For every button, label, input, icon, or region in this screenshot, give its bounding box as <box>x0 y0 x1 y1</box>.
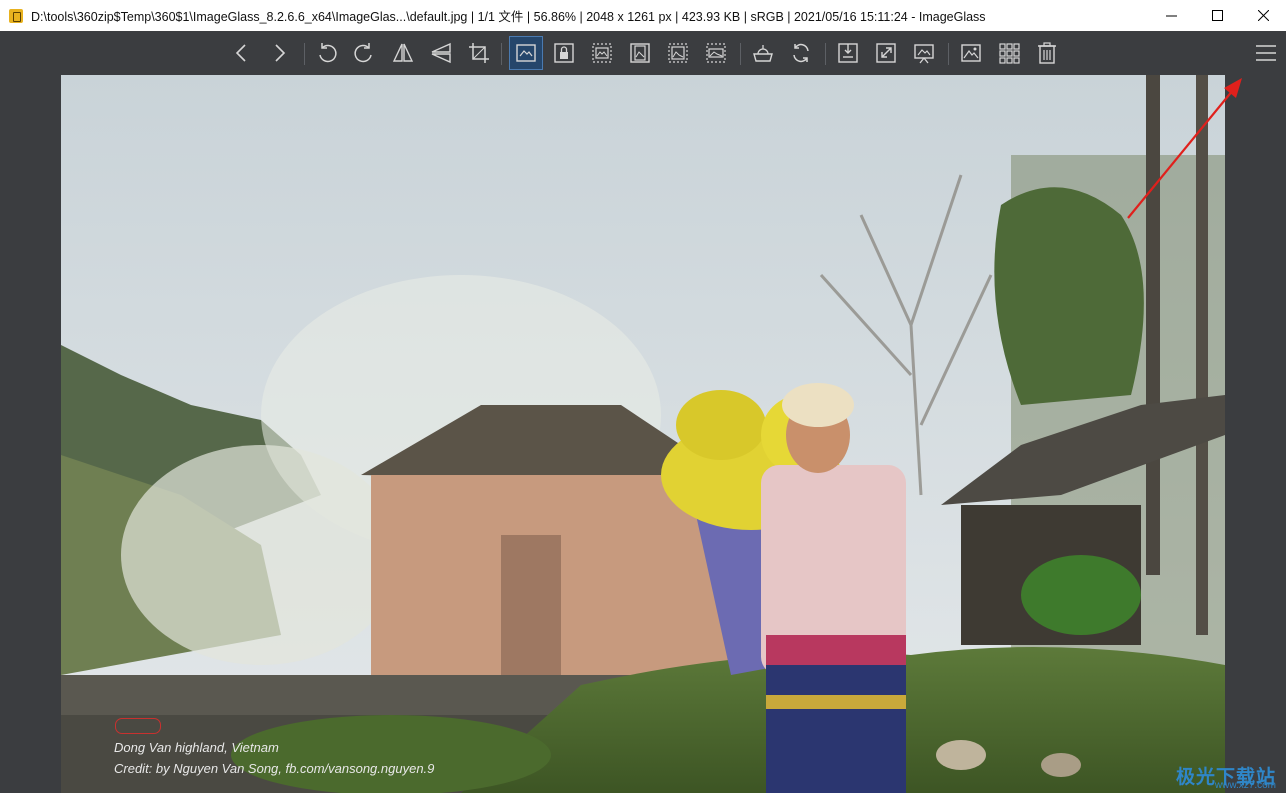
flip-vertical-button[interactable] <box>424 36 458 70</box>
scale-height-icon <box>630 43 650 63</box>
scale-to-fit-button[interactable] <box>661 36 695 70</box>
refresh-icon <box>793 43 809 63</box>
minimize-icon <box>1165 15 1177 17</box>
close-icon <box>1257 10 1269 21</box>
toolbar-separator <box>304 43 305 65</box>
previous-image-button[interactable] <box>225 36 259 70</box>
slideshow-button[interactable] <box>907 36 941 70</box>
main-menu-button[interactable] <box>1249 36 1283 70</box>
checkerboard-button[interactable] <box>746 36 780 70</box>
imageglass-app-icon[interactable] <box>9 8 23 23</box>
flip-horizontal-icon <box>392 43 414 62</box>
maximize-button[interactable] <box>1194 0 1240 31</box>
chevron-right-icon <box>275 44 286 62</box>
fullscreen-button[interactable] <box>869 36 903 70</box>
toolbar-separator <box>948 43 949 65</box>
rotate-ccw-icon <box>319 43 337 63</box>
site-watermark: 极光下载站 www.xz7.com <box>1176 762 1276 791</box>
photo-caption-location: Dong Van highland, Vietnam <box>114 740 279 755</box>
toolbar-separator <box>501 43 502 65</box>
fullscreen-icon <box>876 43 896 63</box>
refresh-button[interactable] <box>784 36 818 70</box>
flip-horizontal-button[interactable] <box>386 36 420 70</box>
photo-caption-credit: Credit: by Nguyen Van Song, fb.com/vanso… <box>114 761 435 776</box>
scale-to-fill-button[interactable] <box>699 36 733 70</box>
checkerboard-icon <box>753 45 773 62</box>
watermark-url: www.xz7.com <box>1214 780 1276 791</box>
thumbnail-bar-button[interactable] <box>992 36 1026 70</box>
scale-width-icon <box>592 43 612 63</box>
rotate-cw-icon <box>354 43 372 63</box>
lock-zoom-icon <box>554 43 574 63</box>
rotate-left-button[interactable] <box>310 36 344 70</box>
auto-zoom-icon <box>516 44 536 62</box>
hamburger-menu-icon <box>1256 45 1276 61</box>
photo-illustration <box>61 75 1225 793</box>
close-button[interactable] <box>1240 0 1286 31</box>
toolbar-separator <box>825 43 826 65</box>
delete-button[interactable] <box>1030 36 1064 70</box>
maximize-icon <box>1211 10 1223 21</box>
trash-icon <box>1038 42 1056 64</box>
next-image-button[interactable] <box>262 36 296 70</box>
rotate-right-button[interactable] <box>347 36 381 70</box>
chevron-left-icon <box>235 44 246 62</box>
image-viewer[interactable]: Dong Van highland, Vietnam Credit: by Ng… <box>0 75 1286 793</box>
displayed-photo: Dong Van highland, Vietnam Credit: by Ng… <box>61 75 1225 793</box>
scale-to-width-button[interactable] <box>585 36 619 70</box>
lock-zoom-button[interactable] <box>547 36 581 70</box>
window-title: D:\tools\360zip$Temp\360$1\ImageGlass_8.… <box>31 10 986 24</box>
crop-button[interactable] <box>462 36 496 70</box>
scale-fit-icon <box>668 43 688 63</box>
grid-icon <box>999 43 1020 64</box>
wallpaper-icon <box>961 44 981 62</box>
minimize-button[interactable] <box>1148 0 1194 31</box>
toolbar-separator <box>740 43 741 65</box>
toolbar <box>0 31 1286 75</box>
title-bar: D:\tools\360zip$Temp\360$1\ImageGlass_8.… <box>0 0 1286 31</box>
auto-zoom-button[interactable] <box>509 36 543 70</box>
window-controls <box>1148 0 1286 31</box>
scale-to-height-button[interactable] <box>623 36 657 70</box>
photo-logo-stamp <box>115 718 161 734</box>
goto-icon <box>838 43 858 63</box>
crop-icon <box>469 43 489 63</box>
slideshow-icon <box>914 44 934 64</box>
flip-vertical-icon <box>431 42 451 64</box>
goto-image-button[interactable] <box>831 36 865 70</box>
wallpaper-button[interactable] <box>954 36 988 70</box>
scale-fill-icon <box>706 43 726 63</box>
